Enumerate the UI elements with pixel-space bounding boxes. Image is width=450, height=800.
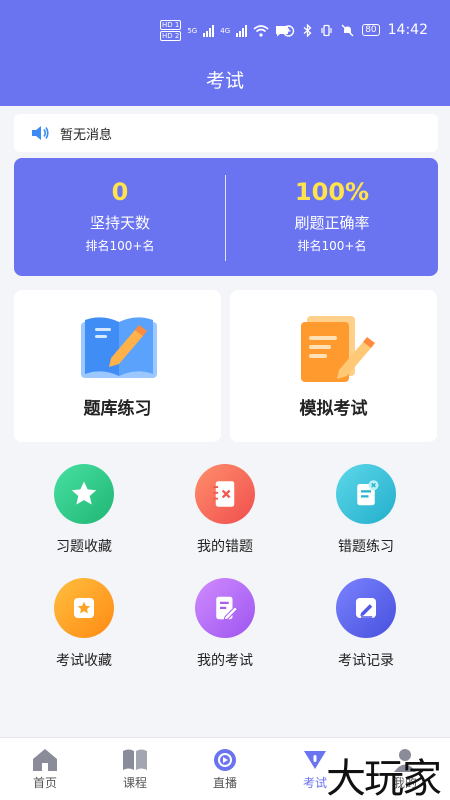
stat-streak: 0 坚持天数 排名100+名 [14,178,226,254]
my-wrong-questions-label: 我的错题 [197,539,253,555]
network-type-2: 4G [220,26,231,35]
stat-streak-value: 0 [111,178,129,206]
hd2-badge: HD 2 [160,31,182,41]
stat-accuracy-rank: 排名100+名 [297,239,367,253]
book-icon [90,746,180,774]
exam-favorites-button[interactable]: 考试收藏 [24,578,144,670]
stat-accuracy: 100% 刷题正确率 排名100+名 [226,178,438,254]
paper-pencil-icon [301,316,375,382]
notice-bar[interactable]: 暂无消息 [14,114,438,152]
wifi-icon [253,24,269,37]
scroll-icon [336,464,396,524]
tab-courses-label: 课程 [122,776,147,790]
signal-icon [203,24,215,37]
page-title: 考试 [205,70,244,92]
exam-paper-icon [195,578,255,638]
notice-text: 暂无消息 [60,127,113,143]
tab-courses[interactable]: 课程 [90,746,180,791]
book-pencil-icon [81,317,157,378]
status-bar: HD 1 HD 2 5G 4G 80 14:42 [0,18,450,48]
record-edit-icon [336,578,396,638]
battery-icon: 80 [362,24,380,36]
my-exams-button[interactable]: 我的考试 [165,578,285,670]
tab-home[interactable]: 首页 [0,746,90,791]
exam-records-button[interactable]: 考试记录 [306,578,426,670]
network-type: 5G [187,26,198,35]
question-bank-card[interactable]: 题库练习 [14,290,221,442]
alarm-icon [282,24,295,37]
vibrate-icon [321,24,332,36]
tab-home-label: 首页 [32,776,57,790]
exam-records-label: 考试记录 [338,653,394,669]
wrong-question-practice-label: 错题练习 [338,539,394,555]
header-bar: HD 1 HD 2 5G 4G 80 14:42 考试 [0,0,450,106]
star-icon [54,464,114,524]
exam-favorites-label: 考试收藏 [56,653,112,669]
stats-panel: 0 坚持天数 排名100+名 100% 刷题正确率 排名100+名 [14,158,438,276]
home-icon [0,746,90,774]
signal-icon-2 [236,24,248,37]
star-note-icon [54,578,114,638]
mute-icon [341,24,354,36]
live-icon [180,746,270,774]
stat-accuracy-value: 100% [294,178,370,206]
mock-exam-label: 模拟考试 [299,399,368,419]
mock-exam-card[interactable]: 模拟考试 [230,290,437,442]
question-bank-label: 题库练习 [83,399,152,419]
speaker-icon [32,126,49,140]
tab-live-label: 直播 [212,776,237,790]
my-wrong-questions-button[interactable]: 我的错题 [165,464,285,556]
my-exams-label: 我的考试 [197,653,253,669]
stat-streak-rank: 排名100+名 [85,239,155,253]
status-time: 14:42 [387,22,428,38]
wrong-notebook-icon [195,464,255,524]
stat-streak-label: 坚持天数 [89,214,150,232]
wrong-question-practice-button[interactable]: 错题练习 [306,464,426,556]
stat-accuracy-label: 刷题正确率 [294,214,370,232]
watermark-logo: 大玩家 [326,756,442,800]
exercise-favorites-label: 习题收藏 [56,539,112,555]
hd1-badge: HD 1 [160,20,182,30]
tab-live[interactable]: 直播 [180,746,270,791]
exercise-favorites-button[interactable]: 习题收藏 [24,464,144,556]
bluetooth-icon [303,23,312,37]
